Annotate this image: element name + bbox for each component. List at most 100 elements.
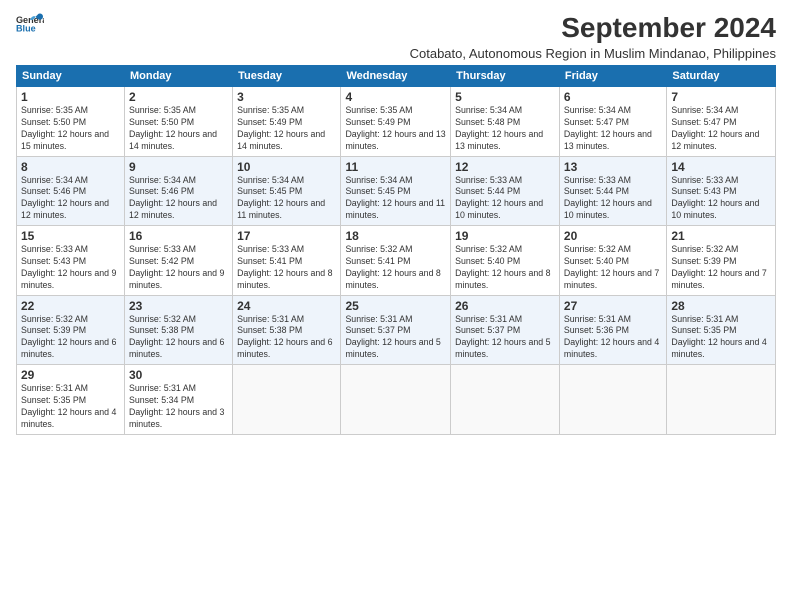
day-number: 22 bbox=[21, 299, 120, 313]
day-info: Sunrise: 5:33 AMSunset: 5:43 PMDaylight:… bbox=[671, 175, 771, 223]
day-info: Sunrise: 5:33 AMSunset: 5:43 PMDaylight:… bbox=[21, 244, 120, 292]
table-row: 27Sunrise: 5:31 AMSunset: 5:36 PMDayligh… bbox=[559, 295, 666, 365]
day-info: Sunrise: 5:33 AMSunset: 5:41 PMDaylight:… bbox=[237, 244, 336, 292]
day-info: Sunrise: 5:31 AMSunset: 5:34 PMDaylight:… bbox=[129, 383, 228, 431]
table-row: 19Sunrise: 5:32 AMSunset: 5:40 PMDayligh… bbox=[451, 226, 560, 296]
day-info: Sunrise: 5:33 AMSunset: 5:44 PMDaylight:… bbox=[455, 175, 555, 223]
table-row bbox=[559, 365, 666, 435]
table-row: 21Sunrise: 5:32 AMSunset: 5:39 PMDayligh… bbox=[667, 226, 776, 296]
day-info: Sunrise: 5:31 AMSunset: 5:37 PMDaylight:… bbox=[455, 314, 555, 362]
table-row: 13Sunrise: 5:33 AMSunset: 5:44 PMDayligh… bbox=[559, 156, 666, 226]
header-monday: Monday bbox=[124, 66, 232, 87]
table-row: 16Sunrise: 5:33 AMSunset: 5:42 PMDayligh… bbox=[124, 226, 232, 296]
calendar-week-3: 15Sunrise: 5:33 AMSunset: 5:43 PMDayligh… bbox=[17, 226, 776, 296]
table-row: 3Sunrise: 5:35 AMSunset: 5:49 PMDaylight… bbox=[233, 87, 341, 157]
subtitle: Cotabato, Autonomous Region in Muslim Mi… bbox=[410, 46, 776, 61]
table-row: 28Sunrise: 5:31 AMSunset: 5:35 PMDayligh… bbox=[667, 295, 776, 365]
table-row: 7Sunrise: 5:34 AMSunset: 5:47 PMDaylight… bbox=[667, 87, 776, 157]
calendar-table: Sunday Monday Tuesday Wednesday Thursday… bbox=[16, 65, 776, 435]
day-info: Sunrise: 5:35 AMSunset: 5:50 PMDaylight:… bbox=[129, 105, 228, 153]
day-number: 29 bbox=[21, 368, 120, 382]
day-number: 15 bbox=[21, 229, 120, 243]
calendar-week-5: 29Sunrise: 5:31 AMSunset: 5:35 PMDayligh… bbox=[17, 365, 776, 435]
table-row: 5Sunrise: 5:34 AMSunset: 5:48 PMDaylight… bbox=[451, 87, 560, 157]
table-row: 22Sunrise: 5:32 AMSunset: 5:39 PMDayligh… bbox=[17, 295, 125, 365]
table-row: 2Sunrise: 5:35 AMSunset: 5:50 PMDaylight… bbox=[124, 87, 232, 157]
day-info: Sunrise: 5:31 AMSunset: 5:35 PMDaylight:… bbox=[21, 383, 120, 431]
table-row: 15Sunrise: 5:33 AMSunset: 5:43 PMDayligh… bbox=[17, 226, 125, 296]
logo-icon: General Blue bbox=[16, 12, 44, 34]
day-info: Sunrise: 5:32 AMSunset: 5:41 PMDaylight:… bbox=[345, 244, 446, 292]
table-row: 9Sunrise: 5:34 AMSunset: 5:46 PMDaylight… bbox=[124, 156, 232, 226]
day-info: Sunrise: 5:35 AMSunset: 5:49 PMDaylight:… bbox=[237, 105, 336, 153]
header-thursday: Thursday bbox=[451, 66, 560, 87]
day-info: Sunrise: 5:31 AMSunset: 5:38 PMDaylight:… bbox=[237, 314, 336, 362]
day-info: Sunrise: 5:32 AMSunset: 5:38 PMDaylight:… bbox=[129, 314, 228, 362]
day-number: 14 bbox=[671, 160, 771, 174]
day-info: Sunrise: 5:32 AMSunset: 5:40 PMDaylight:… bbox=[564, 244, 662, 292]
day-number: 30 bbox=[129, 368, 228, 382]
table-row bbox=[233, 365, 341, 435]
day-info: Sunrise: 5:34 AMSunset: 5:46 PMDaylight:… bbox=[21, 175, 120, 223]
day-info: Sunrise: 5:31 AMSunset: 5:35 PMDaylight:… bbox=[671, 314, 771, 362]
day-number: 3 bbox=[237, 90, 336, 104]
day-info: Sunrise: 5:34 AMSunset: 5:47 PMDaylight:… bbox=[671, 105, 771, 153]
day-number: 28 bbox=[671, 299, 771, 313]
day-info: Sunrise: 5:34 AMSunset: 5:46 PMDaylight:… bbox=[129, 175, 228, 223]
header: General Blue September 2024 Cotabato, Au… bbox=[16, 12, 776, 61]
day-info: Sunrise: 5:31 AMSunset: 5:37 PMDaylight:… bbox=[345, 314, 446, 362]
table-row: 14Sunrise: 5:33 AMSunset: 5:43 PMDayligh… bbox=[667, 156, 776, 226]
header-sunday: Sunday bbox=[17, 66, 125, 87]
day-number: 1 bbox=[21, 90, 120, 104]
logo: General Blue bbox=[16, 12, 44, 34]
table-row: 10Sunrise: 5:34 AMSunset: 5:45 PMDayligh… bbox=[233, 156, 341, 226]
svg-text:Blue: Blue bbox=[16, 23, 36, 33]
day-info: Sunrise: 5:34 AMSunset: 5:45 PMDaylight:… bbox=[237, 175, 336, 223]
table-row: 4Sunrise: 5:35 AMSunset: 5:49 PMDaylight… bbox=[341, 87, 451, 157]
calendar-header-row: Sunday Monday Tuesday Wednesday Thursday… bbox=[17, 66, 776, 87]
table-row: 25Sunrise: 5:31 AMSunset: 5:37 PMDayligh… bbox=[341, 295, 451, 365]
day-info: Sunrise: 5:32 AMSunset: 5:40 PMDaylight:… bbox=[455, 244, 555, 292]
main-title: September 2024 bbox=[410, 12, 776, 44]
day-number: 12 bbox=[455, 160, 555, 174]
day-number: 23 bbox=[129, 299, 228, 313]
day-number: 25 bbox=[345, 299, 446, 313]
day-number: 13 bbox=[564, 160, 662, 174]
table-row: 12Sunrise: 5:33 AMSunset: 5:44 PMDayligh… bbox=[451, 156, 560, 226]
day-number: 2 bbox=[129, 90, 228, 104]
day-info: Sunrise: 5:32 AMSunset: 5:39 PMDaylight:… bbox=[21, 314, 120, 362]
table-row: 11Sunrise: 5:34 AMSunset: 5:45 PMDayligh… bbox=[341, 156, 451, 226]
table-row: 23Sunrise: 5:32 AMSunset: 5:38 PMDayligh… bbox=[124, 295, 232, 365]
calendar-week-2: 8Sunrise: 5:34 AMSunset: 5:46 PMDaylight… bbox=[17, 156, 776, 226]
table-row bbox=[667, 365, 776, 435]
day-number: 16 bbox=[129, 229, 228, 243]
day-info: Sunrise: 5:34 AMSunset: 5:47 PMDaylight:… bbox=[564, 105, 662, 153]
day-info: Sunrise: 5:34 AMSunset: 5:48 PMDaylight:… bbox=[455, 105, 555, 153]
day-info: Sunrise: 5:34 AMSunset: 5:45 PMDaylight:… bbox=[345, 175, 446, 223]
table-row: 17Sunrise: 5:33 AMSunset: 5:41 PMDayligh… bbox=[233, 226, 341, 296]
table-row: 6Sunrise: 5:34 AMSunset: 5:47 PMDaylight… bbox=[559, 87, 666, 157]
table-row: 29Sunrise: 5:31 AMSunset: 5:35 PMDayligh… bbox=[17, 365, 125, 435]
title-block: September 2024 Cotabato, Autonomous Regi… bbox=[410, 12, 776, 61]
day-number: 11 bbox=[345, 160, 446, 174]
day-info: Sunrise: 5:33 AMSunset: 5:44 PMDaylight:… bbox=[564, 175, 662, 223]
day-number: 10 bbox=[237, 160, 336, 174]
day-info: Sunrise: 5:35 AMSunset: 5:49 PMDaylight:… bbox=[345, 105, 446, 153]
table-row bbox=[341, 365, 451, 435]
day-info: Sunrise: 5:35 AMSunset: 5:50 PMDaylight:… bbox=[21, 105, 120, 153]
day-number: 20 bbox=[564, 229, 662, 243]
page: General Blue September 2024 Cotabato, Au… bbox=[0, 0, 792, 612]
day-info: Sunrise: 5:32 AMSunset: 5:39 PMDaylight:… bbox=[671, 244, 771, 292]
calendar-week-4: 22Sunrise: 5:32 AMSunset: 5:39 PMDayligh… bbox=[17, 295, 776, 365]
day-number: 26 bbox=[455, 299, 555, 313]
day-info: Sunrise: 5:31 AMSunset: 5:36 PMDaylight:… bbox=[564, 314, 662, 362]
day-number: 19 bbox=[455, 229, 555, 243]
calendar-week-1: 1Sunrise: 5:35 AMSunset: 5:50 PMDaylight… bbox=[17, 87, 776, 157]
day-number: 18 bbox=[345, 229, 446, 243]
table-row: 1Sunrise: 5:35 AMSunset: 5:50 PMDaylight… bbox=[17, 87, 125, 157]
day-number: 21 bbox=[671, 229, 771, 243]
table-row bbox=[451, 365, 560, 435]
header-wednesday: Wednesday bbox=[341, 66, 451, 87]
table-row: 24Sunrise: 5:31 AMSunset: 5:38 PMDayligh… bbox=[233, 295, 341, 365]
day-number: 4 bbox=[345, 90, 446, 104]
